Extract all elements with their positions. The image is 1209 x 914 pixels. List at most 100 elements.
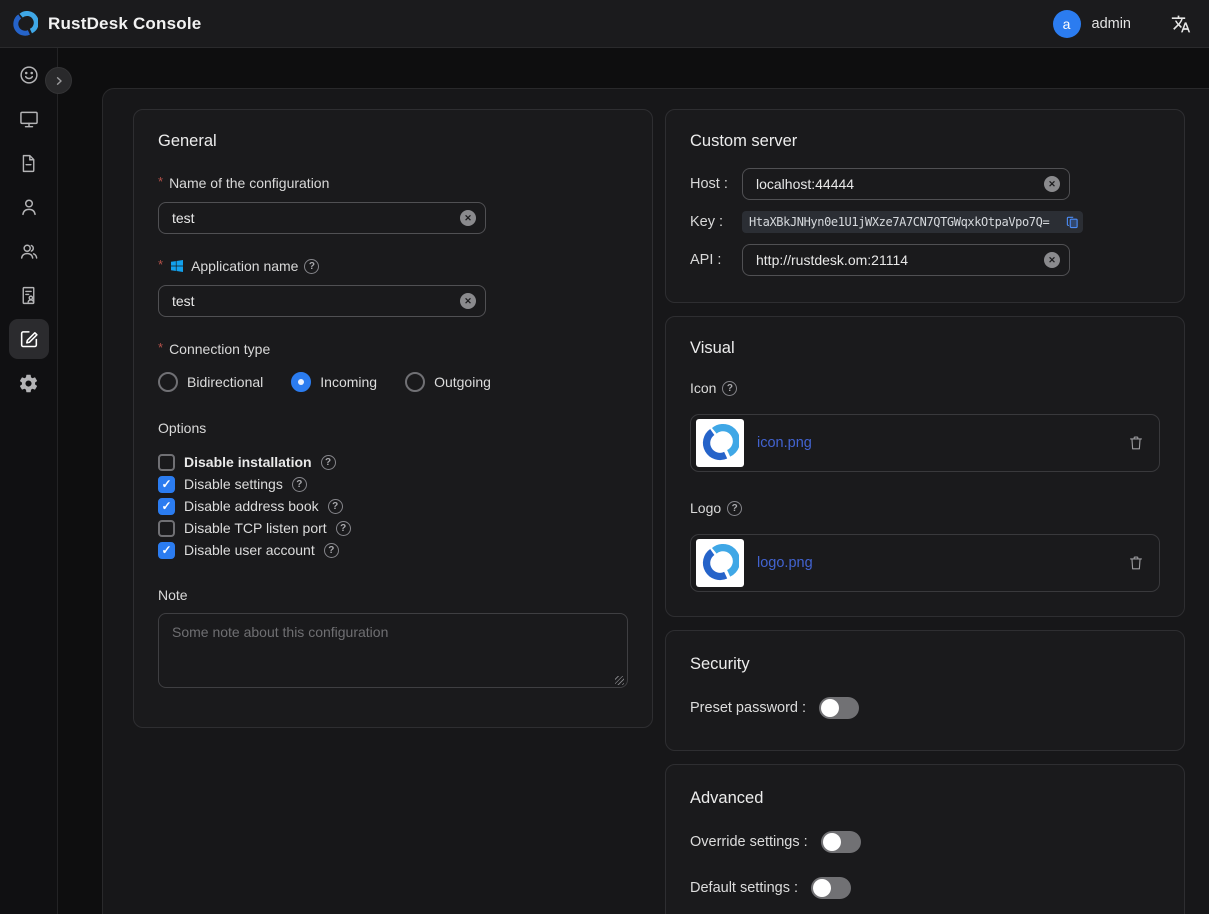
- visual-card: Visual Icon ? ic: [665, 316, 1185, 617]
- sidebar-item-groups[interactable]: [9, 231, 49, 271]
- options-label: Options: [158, 420, 628, 436]
- clear-icon[interactable]: ✕: [1044, 176, 1060, 192]
- shell: General * Name of the configuration ✕ *: [0, 48, 1209, 914]
- required-marker: *: [158, 340, 163, 355]
- edit-icon: [18, 328, 40, 350]
- sidebar-item-settings[interactable]: [9, 363, 49, 403]
- option-disable-settings[interactable]: ✓ Disable settings ?: [158, 473, 628, 495]
- sidebar-item-devices[interactable]: [9, 99, 49, 139]
- checkbox[interactable]: ✓: [158, 498, 175, 515]
- clear-icon[interactable]: ✕: [460, 210, 476, 226]
- key-value: HtaXBkJNHyn0e1U1jWXze7A7CN7QTGWqxkOtpaVp…: [749, 215, 1065, 229]
- sidebar-item-users[interactable]: [9, 187, 49, 227]
- avatar[interactable]: a: [1053, 10, 1081, 38]
- trash-icon[interactable]: [1127, 554, 1145, 572]
- user-group-icon: [18, 240, 40, 262]
- sidebar-expand-button[interactable]: [45, 67, 72, 94]
- host-input[interactable]: [743, 169, 1069, 199]
- gear-icon: [18, 373, 39, 394]
- preset-password-row: Preset password :: [690, 696, 1160, 720]
- override-settings-row: Override settings :: [690, 830, 1160, 854]
- connection-type-group: Bidirectional Incoming Outgoing: [158, 372, 628, 392]
- note-textarea[interactable]: [158, 613, 628, 688]
- api-row: API : ✕: [690, 244, 1160, 276]
- general-title: General: [158, 132, 628, 151]
- key-value-chip: HtaXBkJNHyn0e1U1jWXze7A7CN7QTGWqxkOtpaVp…: [742, 211, 1083, 233]
- host-input-wrap: ✕: [742, 168, 1070, 200]
- help-icon[interactable]: ?: [292, 477, 307, 492]
- windows-icon: [169, 258, 185, 274]
- custom-server-title: Custom server: [690, 132, 1160, 151]
- help-icon[interactable]: ?: [324, 543, 339, 558]
- option-disable-address-book[interactable]: ✓ Disable address book ?: [158, 495, 628, 517]
- clear-icon[interactable]: ✕: [460, 293, 476, 309]
- document-icon: [18, 153, 39, 174]
- option-disable-installation[interactable]: ✓ Disable installation ?: [158, 451, 628, 473]
- rustdesk-logo-icon: [12, 11, 38, 37]
- radio-bidirectional[interactable]: Bidirectional: [158, 372, 263, 392]
- app-name-input[interactable]: [159, 286, 485, 316]
- checkbox[interactable]: ✓: [158, 520, 175, 537]
- help-icon[interactable]: ?: [336, 521, 351, 536]
- icon-label: Icon ?: [690, 380, 1160, 396]
- main-area: General * Name of the configuration ✕ *: [58, 48, 1209, 914]
- config-name-label: * Name of the configuration: [158, 175, 628, 191]
- override-settings-toggle[interactable]: [821, 831, 861, 853]
- clear-icon[interactable]: ✕: [1044, 252, 1060, 268]
- general-card: General * Name of the configuration ✕ *: [133, 109, 653, 728]
- radio-outgoing[interactable]: Outgoing: [405, 372, 491, 392]
- advanced-title: Advanced: [690, 789, 1160, 808]
- connection-type-label: * Connection type: [158, 341, 628, 357]
- sidebar-item-home[interactable]: [9, 55, 49, 95]
- icon-file-link[interactable]: icon.png: [757, 435, 812, 451]
- help-icon[interactable]: ?: [722, 381, 737, 396]
- host-row: Host : ✕: [690, 168, 1160, 200]
- default-settings-toggle[interactable]: [811, 877, 851, 899]
- option-disable-user-account[interactable]: ✓ Disable user account ?: [158, 539, 628, 561]
- sidebar-item-documents[interactable]: [9, 143, 49, 183]
- logo-label: Logo ?: [690, 500, 1160, 516]
- help-icon[interactable]: ?: [727, 501, 742, 516]
- icon-preview: [696, 419, 744, 467]
- logo-preview: [696, 539, 744, 587]
- user-icon: [18, 196, 40, 218]
- translate-icon[interactable]: [1171, 14, 1191, 34]
- required-marker: *: [158, 174, 163, 189]
- trash-icon[interactable]: [1127, 434, 1145, 452]
- default-settings-row: Default settings :: [690, 876, 1160, 900]
- checkbox[interactable]: ✓: [158, 542, 175, 559]
- custom-server-card: Custom server Host : ✕ Key : HtaXBkJNHy: [665, 109, 1185, 303]
- visual-title: Visual: [690, 339, 1160, 358]
- help-icon[interactable]: ?: [328, 499, 343, 514]
- required-marker: *: [158, 257, 163, 272]
- security-card: Security Preset password :: [665, 630, 1185, 751]
- radio-incoming[interactable]: Incoming: [291, 372, 377, 392]
- icon-upload-box: icon.png: [690, 414, 1160, 472]
- checkbox[interactable]: ✓: [158, 454, 175, 471]
- monitor-icon: [18, 108, 40, 130]
- logo-upload-box: logo.png: [690, 534, 1160, 592]
- app-name-input-wrap: ✕: [158, 285, 486, 317]
- api-input[interactable]: [743, 245, 1069, 275]
- config-name-input[interactable]: [159, 203, 485, 233]
- app-name-label: * Application name ?: [158, 258, 628, 274]
- logo-file-link[interactable]: logo.png: [757, 555, 813, 571]
- default-settings-label: Default settings :: [690, 880, 798, 896]
- smiley-icon: [18, 64, 40, 86]
- username[interactable]: admin: [1092, 16, 1132, 32]
- preset-password-label: Preset password :: [690, 700, 806, 716]
- resize-handle[interactable]: [615, 676, 624, 685]
- preset-password-toggle[interactable]: [819, 697, 859, 719]
- api-input-wrap: ✕: [742, 244, 1070, 276]
- sidebar-item-audit[interactable]: [9, 275, 49, 315]
- security-title: Security: [690, 655, 1160, 674]
- sidebar-item-custom-client[interactable]: [9, 319, 49, 359]
- help-icon[interactable]: ?: [304, 259, 319, 274]
- copy-icon[interactable]: [1065, 215, 1080, 230]
- override-settings-label: Override settings :: [690, 834, 808, 850]
- config-name-input-wrap: ✕: [158, 202, 486, 234]
- option-disable-tcp-listen-port[interactable]: ✓ Disable TCP listen port ?: [158, 517, 628, 539]
- help-icon[interactable]: ?: [321, 455, 336, 470]
- advanced-card: Advanced Override settings : Default set…: [665, 764, 1185, 914]
- checkbox[interactable]: ✓: [158, 476, 175, 493]
